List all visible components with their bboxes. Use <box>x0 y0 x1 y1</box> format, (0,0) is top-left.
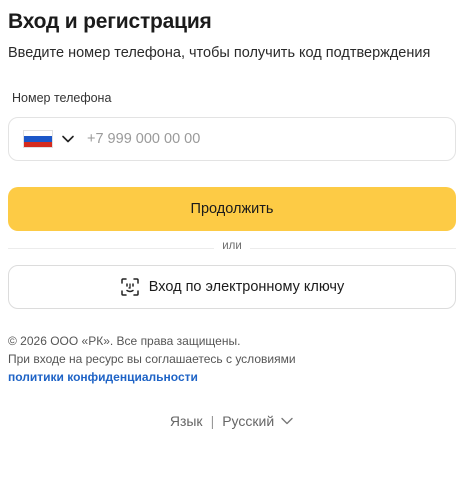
phone-label: Номер телефона <box>12 91 112 105</box>
divider-label: или <box>0 240 464 252</box>
language-separator: | <box>210 413 215 429</box>
language-switcher: Язык | Русский <box>0 413 464 429</box>
continue-button[interactable]: Продолжить <box>8 187 456 231</box>
language-current: Русский <box>222 413 275 429</box>
chevron-down-icon <box>281 417 293 425</box>
page-subtitle: Введите номер телефона, чтобы получить к… <box>8 45 431 61</box>
privacy-policy-link[interactable]: политики конфиденциальности <box>8 370 198 384</box>
language-label: Язык <box>169 413 203 429</box>
russia-flag-icon <box>23 130 53 148</box>
key-login-button[interactable]: Вход по электронному ключу <box>8 265 456 309</box>
divider-text: или <box>214 240 250 252</box>
phone-input[interactable] <box>85 130 389 148</box>
chevron-down-icon <box>62 135 74 143</box>
key-login-label: Вход по электронному ключу <box>148 279 345 295</box>
terms-text: При входе на ресурс вы соглашаетесь с ус… <box>8 352 296 366</box>
language-select[interactable]: Русский <box>222 413 294 429</box>
copyright-text: © 2026 ООО «РК». Все права защищены. <box>8 334 241 348</box>
country-selector[interactable] <box>23 130 75 148</box>
page-title: Вход и регистрация <box>8 10 212 33</box>
face-id-icon <box>121 278 139 296</box>
phone-field <box>8 117 456 161</box>
